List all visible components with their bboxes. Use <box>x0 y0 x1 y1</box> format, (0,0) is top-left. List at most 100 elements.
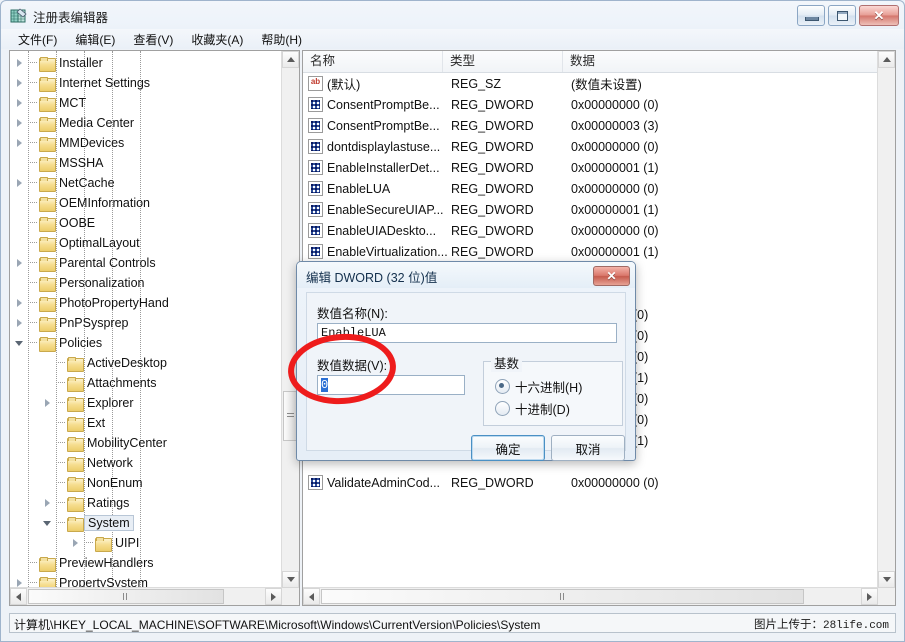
tree-scroll-down-button[interactable] <box>282 571 299 588</box>
expand-triangle-icon[interactable] <box>14 57 26 69</box>
cancel-button[interactable]: 取消 <box>551 435 625 461</box>
tree-item-activedesktop[interactable]: ActiveDesktop <box>42 353 167 373</box>
expand-triangle-icon[interactable] <box>14 117 26 129</box>
table-row[interactable]: dontdisplaylastuse...REG_DWORD0x00000000… <box>303 136 878 157</box>
tree-item-network[interactable]: Network <box>42 453 133 473</box>
minimize-button[interactable] <box>797 5 825 26</box>
table-row[interactable]: EnableLUAREG_DWORD0x00000000 (0) <box>303 178 878 199</box>
list-scroll-up-button[interactable] <box>878 51 895 68</box>
menu-help[interactable]: 帮助(H) <box>252 30 311 49</box>
folder-icon <box>95 537 111 550</box>
tree-item-mobilitycenter[interactable]: MobilityCenter <box>42 433 167 453</box>
expand-triangle-icon[interactable] <box>14 77 26 89</box>
table-row[interactable]: ValidateAdminCod...REG_DWORD0x00000000 (… <box>303 472 878 493</box>
folder-icon <box>67 517 83 530</box>
table-row[interactable]: ConsentPromptBe...REG_DWORD0x00000003 (3… <box>303 115 878 136</box>
value-data-input[interactable]: 0 <box>317 375 465 395</box>
list-scroll-right-button[interactable] <box>861 588 878 605</box>
close-button[interactable]: ✕ <box>859 5 899 26</box>
tree-scroll-area[interactable]: InstallerInternet SettingsMCTMedia Cente… <box>10 51 282 588</box>
expand-triangle-icon[interactable] <box>14 317 26 329</box>
tree-item-parental-controls[interactable]: Parental Controls <box>14 253 156 273</box>
tree-item-photopropertyhand[interactable]: PhotoPropertyHand <box>14 293 169 313</box>
collapse-triangle-icon[interactable] <box>14 337 26 349</box>
column-header-name[interactable]: 名称 <box>303 51 443 72</box>
dialog-close-button[interactable]: ✕ <box>593 266 630 286</box>
value-data-cell: 0x00000001 (1) <box>571 161 659 175</box>
tree-item-previewhandlers[interactable]: PreviewHandlers <box>14 553 153 573</box>
title-bar[interactable]: 注册表编辑器 ✕ <box>0 0 903 28</box>
tree-item-nonenum[interactable]: NonEnum <box>42 473 143 493</box>
tree-item-ext[interactable]: Ext <box>42 413 105 433</box>
menu-edit[interactable]: 编辑(E) <box>66 30 124 49</box>
column-header-data[interactable]: 数据 <box>563 51 880 72</box>
tree-scroll-right-button[interactable] <box>265 588 282 605</box>
tree-item-system[interactable]: System <box>42 513 131 533</box>
table-row[interactable]: EnableVirtualization...REG_DWORD0x000000… <box>303 241 878 262</box>
collapse-triangle-icon[interactable] <box>42 517 54 529</box>
list-vertical-scrollbar[interactable] <box>877 51 895 588</box>
list-hscroll-thumb[interactable] <box>321 589 804 604</box>
tree-item-internet-settings[interactable]: Internet Settings <box>14 73 150 93</box>
table-row[interactable]: EnableSecureUIAP...REG_DWORD0x00000001 (… <box>303 199 878 220</box>
value-name-cell: ValidateAdminCod... <box>327 476 440 490</box>
tree-connector-line <box>28 182 37 184</box>
menu-favorites[interactable]: 收藏夹(A) <box>182 30 252 49</box>
table-row[interactable]: EnableUIADeskto...REG_DWORD0x00000000 (0… <box>303 220 878 241</box>
radio-hexadecimal[interactable]: 十六进制(H) <box>495 377 582 396</box>
menu-view[interactable]: 查看(V) <box>124 30 182 49</box>
expand-triangle-icon[interactable] <box>14 297 26 309</box>
restore-button[interactable] <box>828 5 856 26</box>
tree-item-policies[interactable]: Policies <box>14 333 102 353</box>
column-header-type[interactable]: 类型 <box>443 51 563 72</box>
table-row[interactable]: EnableInstallerDet...REG_DWORD0x00000001… <box>303 157 878 178</box>
tree-item-media-center[interactable]: Media Center <box>14 113 134 133</box>
expand-triangle-icon[interactable] <box>42 397 54 409</box>
tree-scroll-corner <box>282 588 299 605</box>
tree-item-label: NonEnum <box>87 476 143 490</box>
tree-item-installer[interactable]: Installer <box>14 53 103 73</box>
tree-hscroll-thumb[interactable] <box>28 589 224 604</box>
tree-item-propertysystem[interactable]: PropertySystem <box>14 573 148 588</box>
tree-item-optimallayout[interactable]: OptimalLayout <box>14 233 140 253</box>
folder-icon <box>39 77 55 90</box>
tree-item-oobe[interactable]: OOBE <box>14 213 95 233</box>
expand-triangle-icon[interactable] <box>14 257 26 269</box>
list-scroll-left-button[interactable] <box>303 588 320 605</box>
value-name-cell: dontdisplaylastuse... <box>327 140 440 154</box>
menu-file[interactable]: 文件(F) <box>9 30 66 49</box>
tree-item-mct[interactable]: MCT <box>14 93 86 113</box>
radio-decimal[interactable]: 十进制(D) <box>495 399 570 418</box>
no-expander-icon <box>42 417 54 429</box>
ok-button[interactable]: 确定 <box>471 435 545 461</box>
expand-triangle-icon[interactable] <box>42 497 54 509</box>
tree-horizontal-scrollbar[interactable] <box>10 587 282 605</box>
tree-item-explorer[interactable]: Explorer <box>42 393 134 413</box>
list-scroll-corner <box>878 588 895 605</box>
expand-triangle-icon[interactable] <box>14 137 26 149</box>
tree-scroll-left-button[interactable] <box>10 588 27 605</box>
table-row[interactable]: ab(默认)REG_SZ(数值未设置) <box>303 73 878 94</box>
dialog-title-bar[interactable]: 编辑 DWORD (32 位)值 ✕ <box>297 262 635 288</box>
value-name-input[interactable]: EnableLUA <box>317 323 617 343</box>
tree-item-oeminformation[interactable]: OEMInformation <box>14 193 150 213</box>
watermark-domain: 28life.com <box>823 620 889 632</box>
tree-item-label: Attachments <box>87 376 156 390</box>
tree-item-personalization[interactable]: Personalization <box>14 273 144 293</box>
no-expander-icon <box>42 377 54 389</box>
expand-triangle-icon[interactable] <box>14 177 26 189</box>
tree-item-pnpsysprep[interactable]: PnPSysprep <box>14 313 128 333</box>
tree-item-netcache[interactable]: NetCache <box>14 173 115 193</box>
list-horizontal-scrollbar[interactable] <box>303 587 878 605</box>
tree-item-ratings[interactable]: Ratings <box>42 493 129 513</box>
table-row[interactable]: ConsentPromptBe...REG_DWORD0x00000000 (0… <box>303 94 878 115</box>
tree-scroll-up-button[interactable] <box>282 51 299 68</box>
tree-item-mssha[interactable]: MSSHA <box>14 153 103 173</box>
tree-item-attachments[interactable]: Attachments <box>42 373 156 393</box>
tree-item-uipi[interactable]: UIPI <box>70 533 139 553</box>
value-type-cell: REG_DWORD <box>451 476 534 490</box>
expand-triangle-icon[interactable] <box>70 537 82 549</box>
expand-triangle-icon[interactable] <box>14 97 26 109</box>
list-scroll-down-button[interactable] <box>878 571 895 588</box>
tree-item-mmdevices[interactable]: MMDevices <box>14 133 124 153</box>
